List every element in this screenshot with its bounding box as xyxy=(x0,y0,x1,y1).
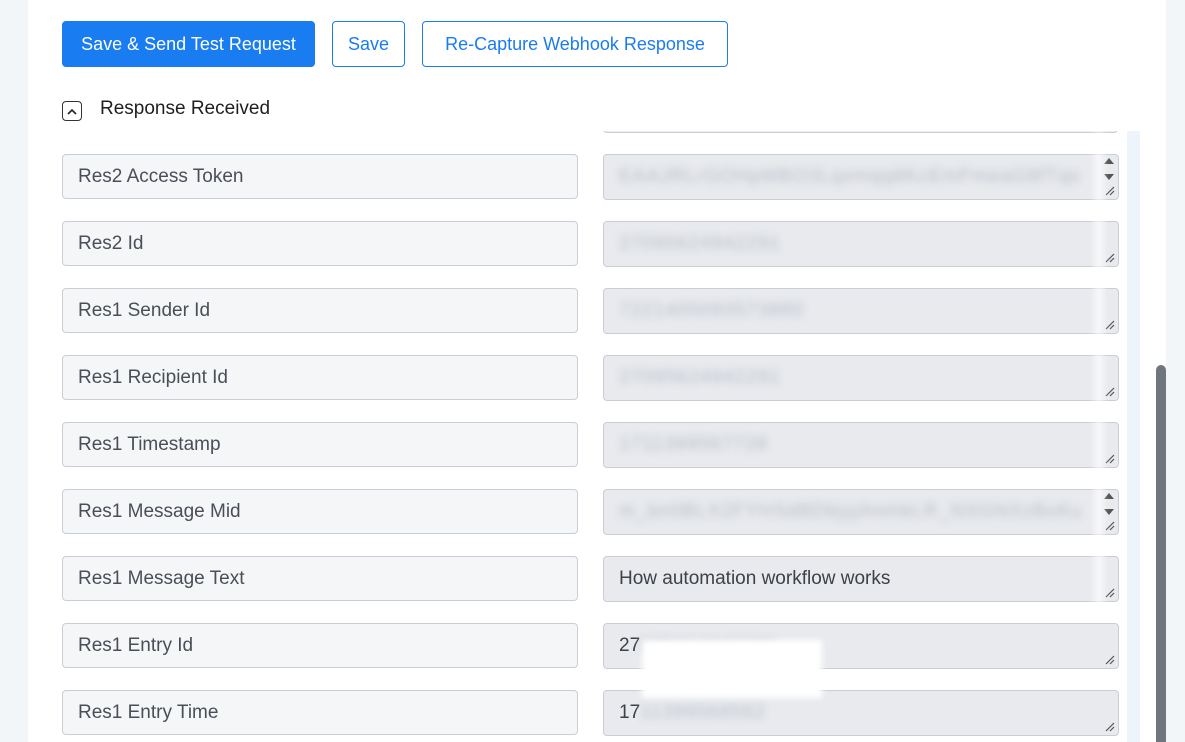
field-key-input[interactable]: Res1 Message Mid xyxy=(62,489,578,534)
redacted-value: 27095624942291 xyxy=(619,367,781,388)
webhook-response-card: Save & Send Test Request Save Re-Capture… xyxy=(28,0,1166,742)
resize-handle-icon[interactable] xyxy=(1105,186,1115,196)
field-key-input[interactable]: Res1 Recipient Id xyxy=(62,355,578,400)
collapse-toggle-button[interactable] xyxy=(62,101,82,121)
resize-handle-icon[interactable] xyxy=(1105,588,1115,598)
field-key-input[interactable]: Res2 Access Token xyxy=(62,154,578,199)
resize-handle-icon[interactable] xyxy=(1105,387,1115,397)
field-key-input[interactable]: Res1 Entry Id xyxy=(62,623,578,668)
field-row: Res1 Recipient Id 27095624942291 xyxy=(28,355,1128,401)
field-row: Res1 Message Text How automation workflow… xyxy=(28,556,1128,602)
resize-handle-icon[interactable] xyxy=(1105,521,1115,531)
field-key-input[interactable]: Res1 Entry Time xyxy=(62,690,578,735)
field-key-input[interactable]: Res1 Message Text xyxy=(62,556,578,601)
inner-scrollbar-track[interactable] xyxy=(1127,131,1140,742)
save-button[interactable]: Save xyxy=(332,21,405,67)
field-row: Res1 Entry Id27095624942291 xyxy=(28,623,1128,669)
resize-handle-icon[interactable] xyxy=(1105,253,1115,263)
value-visible-part: 17 xyxy=(619,702,641,723)
field-row: Res2 Id 27095624942291 xyxy=(28,221,1128,267)
resize-handle-icon[interactable] xyxy=(1105,454,1115,464)
save-and-send-test-request-button[interactable]: Save & Send Test Request xyxy=(62,21,315,67)
spinner-down-icon[interactable] xyxy=(1104,174,1114,180)
redacted-value: m_bn0BLX2FYHSdBDbjyjAmhkLR_NSGNXzBxKu xyxy=(619,501,1083,522)
field-row: Res1 Timestamp 1711399567728 xyxy=(28,422,1128,468)
redaction-cover xyxy=(1094,131,1104,611)
resize-handle-icon[interactable] xyxy=(1105,655,1115,665)
field-value-textarea[interactable]: 27095624942291 xyxy=(603,221,1119,267)
field-value-textarea[interactable]: 27095624942291 xyxy=(603,355,1119,401)
resize-handle-icon[interactable] xyxy=(1105,722,1115,732)
field-row: Res1 Entry Time 17 11399568562 xyxy=(28,690,1128,736)
redacted-value: 27095624942291 xyxy=(619,233,781,254)
spinner-down-icon[interactable] xyxy=(1104,509,1114,515)
recapture-webhook-response-button[interactable]: Re-Capture Webhook Response xyxy=(422,21,728,67)
field-value-textarea[interactable]: m_bn0BLX2FYHSdBDbjyjAmhkLR_NSGNXzBxKu xyxy=(603,489,1119,535)
redacted-value: 7221405093573880 xyxy=(619,300,805,321)
field-value-textarea[interactable]: How automation workflow works xyxy=(603,556,1119,602)
page-scrollbar-thumb[interactable] xyxy=(1156,365,1166,742)
spinner-arrows-icon[interactable] xyxy=(1102,493,1116,515)
field-value-text: How automation workflow works xyxy=(619,568,891,589)
field-key-input[interactable]: Res1 Timestamp xyxy=(62,422,578,467)
field-key-input[interactable]: Res1 Sender Id xyxy=(62,288,578,333)
redacted-value: 11399568562 xyxy=(640,702,766,723)
field-row: Res1 Message Mid m_bn0BLX2FYHSdBDbjyjAmhk… xyxy=(28,489,1128,535)
chevron-up-icon xyxy=(67,108,77,115)
redaction-cover xyxy=(642,640,822,698)
redacted-value: 1711399567728 xyxy=(619,434,768,455)
partial-value-field xyxy=(603,131,1118,133)
resize-handle-icon[interactable] xyxy=(1105,320,1115,330)
field-row: Res1 Sender Id 7221405093573880 xyxy=(28,288,1128,334)
field-row: Res2 Access Token EAAJRLrGOHpMBO3Lqxmqq8K… xyxy=(28,154,1128,200)
response-fields-list[interactable]: Res2 Access Token EAAJRLrGOHpMBO3Lqxmqq8K… xyxy=(28,131,1140,742)
field-value-textarea[interactable]: EAAJRLrGOHpMBO3Lqxmqq8KcEmFmeaG8fTqs xyxy=(603,154,1119,200)
spinner-up-icon[interactable] xyxy=(1104,493,1114,499)
field-key-input[interactable]: Res2 Id xyxy=(62,221,578,266)
value-visible-part: 27 xyxy=(619,635,641,656)
redacted-value: EAAJRLrGOHpMBO3Lqxmqq8KcEmFmeaG8fTqs xyxy=(619,166,1081,187)
section-title: Response Received xyxy=(100,98,271,119)
spinner-arrows-icon[interactable] xyxy=(1102,158,1116,180)
field-value-textarea[interactable]: 7221405093573880 xyxy=(603,288,1119,334)
spinner-up-icon[interactable] xyxy=(1104,158,1114,164)
field-value-textarea[interactable]: 1711399567728 xyxy=(603,422,1119,468)
